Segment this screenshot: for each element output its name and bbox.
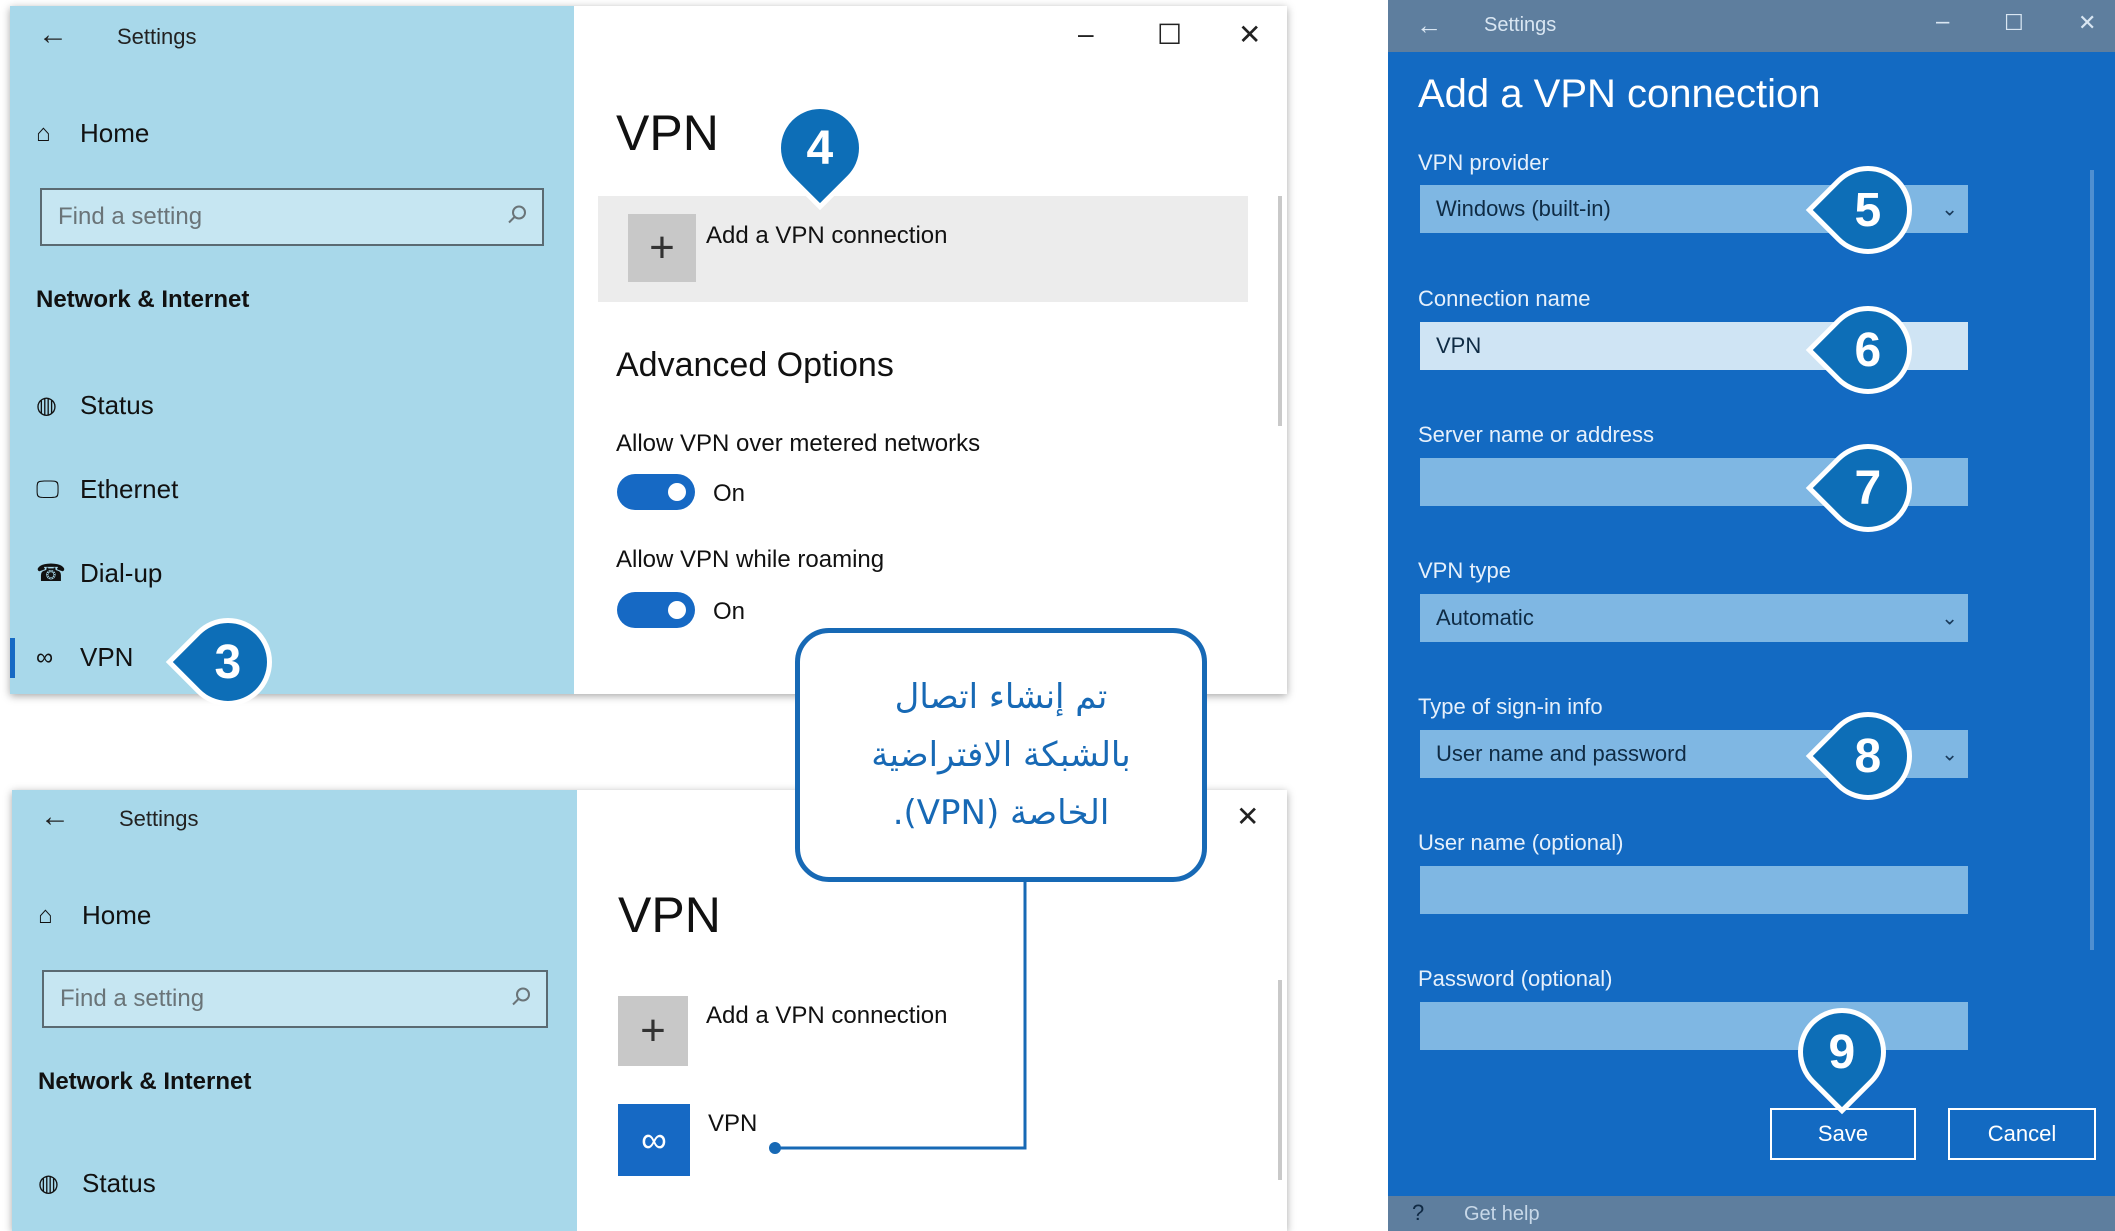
callout-text: تم إنشاء اتصال بالشبكة الافتراضية الخاصة…: [871, 677, 1131, 833]
maximize-icon[interactable]: ☐: [2004, 10, 2024, 36]
badge-number: 9: [1828, 1025, 1856, 1079]
badge-number: 8: [1854, 729, 1882, 783]
vpn-type-select[interactable]: Automatic ⌄: [1420, 594, 1968, 642]
help-icon[interactable]: ?: [1412, 1200, 1424, 1226]
chevron-down-icon: ⌄: [1941, 607, 1958, 630]
badge-number: 6: [1854, 323, 1882, 377]
cancel-button[interactable]: Cancel: [1948, 1108, 2096, 1160]
vpn-provider-label: VPN provider: [1418, 150, 1549, 175]
password-field[interactable]: [1420, 1002, 1968, 1050]
password-label: Password (optional): [1418, 966, 1613, 991]
dialog-titlebar: ← Settings – ☐ ✕: [1388, 0, 2115, 52]
signin-type-label: Type of sign-in info: [1418, 694, 1603, 719]
badge-number: 7: [1854, 461, 1882, 515]
dialog-bottom-bar: ? Get help: [1388, 1196, 2115, 1231]
username-field[interactable]: [1420, 866, 1968, 914]
save-button[interactable]: Save: [1770, 1108, 1916, 1160]
chevron-down-icon: ⌄: [1941, 743, 1958, 766]
back-arrow-icon[interactable]: ←: [1416, 10, 1442, 41]
close-icon[interactable]: ✕: [2078, 10, 2096, 36]
minimize-icon[interactable]: –: [1936, 8, 1949, 36]
save-label: Save: [1817, 1121, 1869, 1146]
connection-name-label: Connection name: [1418, 286, 1591, 311]
vpn-provider-value: Windows (built-in): [1436, 196, 1611, 221]
badge-number: 4: [806, 121, 834, 175]
signin-type-value: User name and password: [1436, 741, 1687, 766]
chevron-down-icon: ⌄: [1941, 198, 1958, 221]
add-vpn-dialog: ← Settings – ☐ ✕ Add a VPN connection VP…: [1388, 0, 2115, 1231]
dialog-scrollbar[interactable]: [2090, 170, 2094, 950]
connection-name-value: VPN: [1436, 333, 1482, 358]
badge-number: 5: [1854, 183, 1882, 237]
dialog-window-title: Settings: [1484, 14, 1557, 36]
username-label: User name (optional): [1418, 830, 1624, 855]
dialog-title: Add a VPN connection: [1418, 72, 1821, 116]
server-address-label: Server name or address: [1418, 422, 1654, 447]
get-help-link[interactable]: Get help: [1464, 1203, 1540, 1226]
vpn-type-value: Automatic: [1436, 605, 1534, 630]
cancel-label: Cancel: [1987, 1121, 2057, 1146]
badge-number: 3: [214, 635, 242, 689]
callout-bubble: تم إنشاء اتصال بالشبكة الافتراضية الخاصة…: [795, 628, 1207, 882]
vpn-type-label: VPN type: [1418, 558, 1511, 583]
